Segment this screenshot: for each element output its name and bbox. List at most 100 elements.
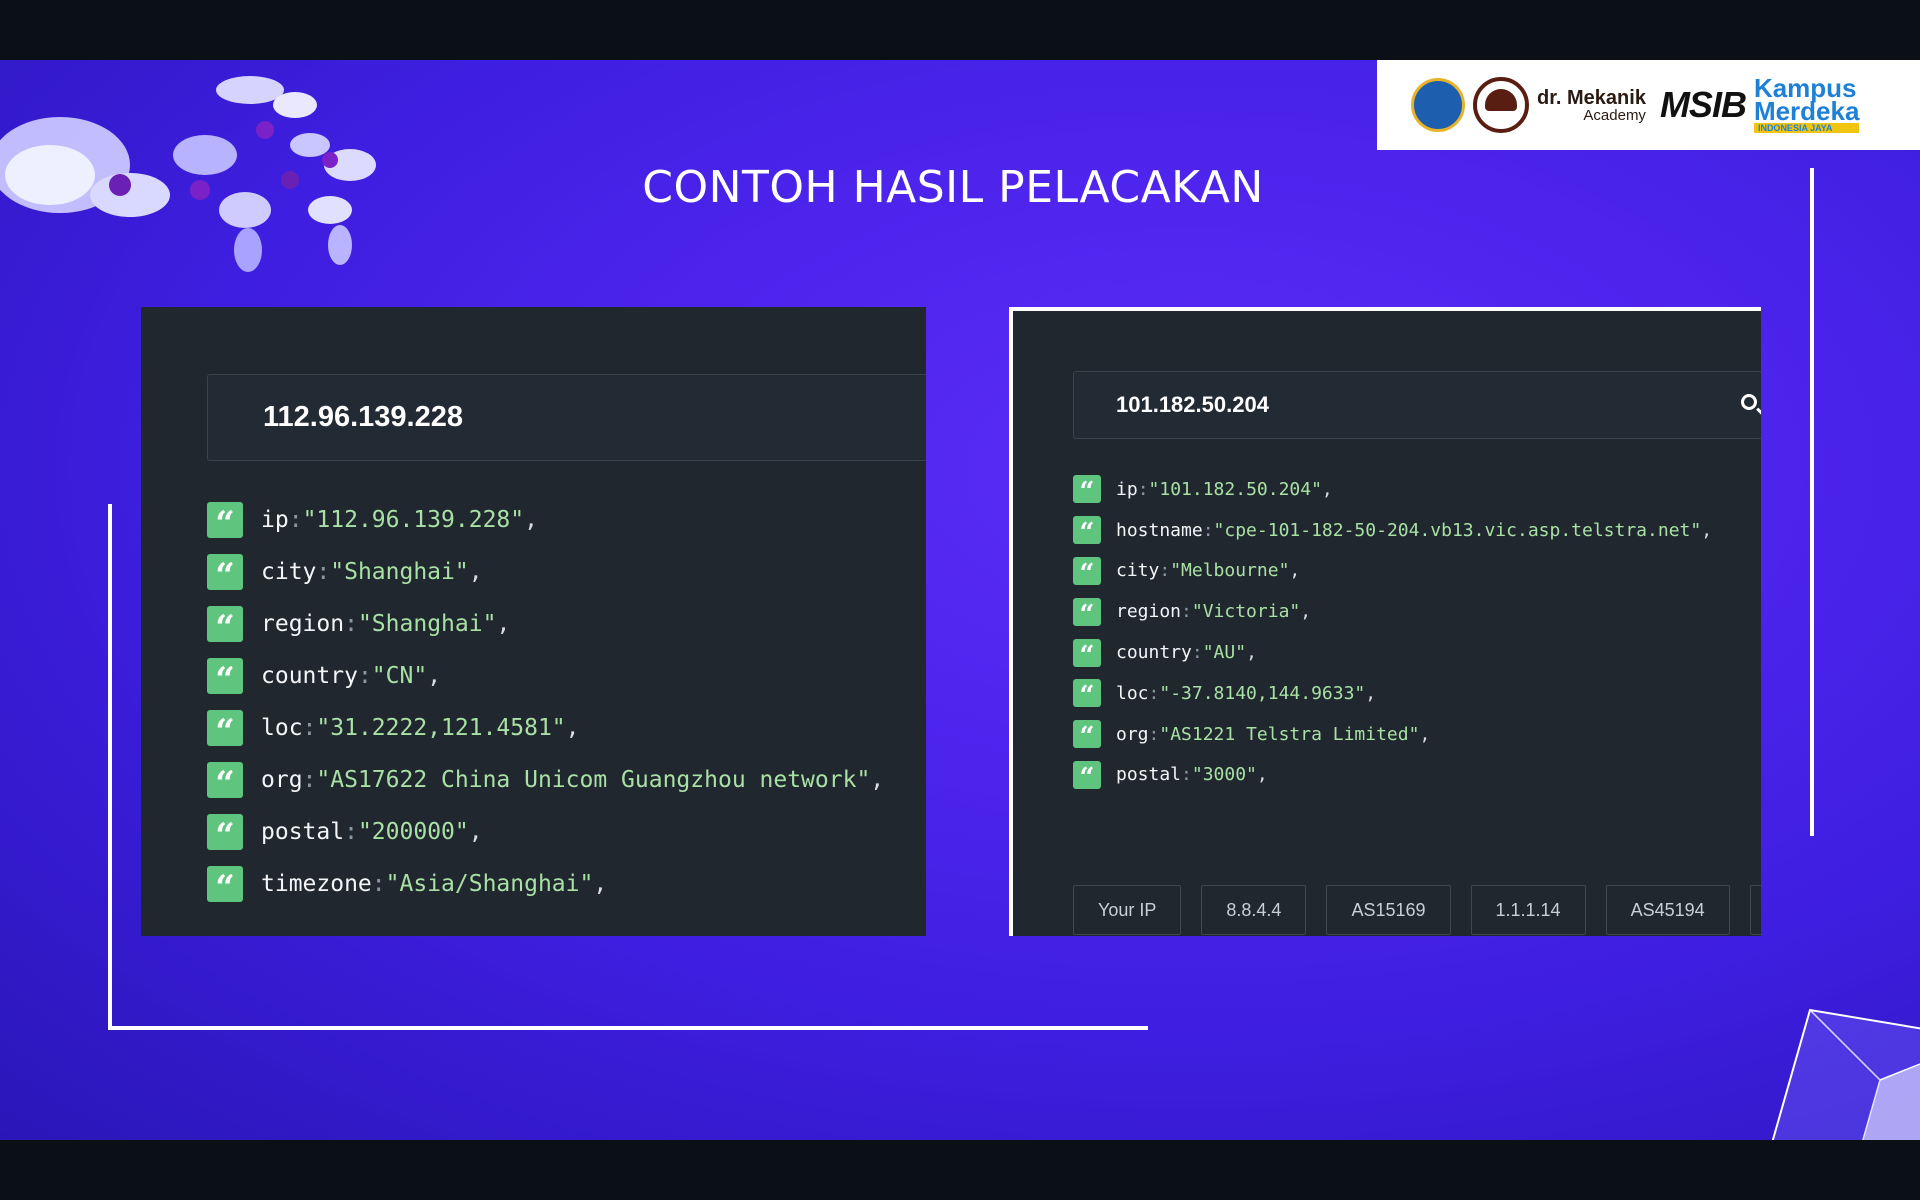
field-value: "Shanghai" [330,559,469,585]
result-row: “ postal: "200000", [207,806,926,858]
field-key: timezone [261,871,372,897]
separator: , [496,611,511,637]
separator: , [524,507,538,533]
result-row: “ country: "CN", [207,650,926,702]
separator: : [1148,723,1160,745]
result-row: “ org: "AS1221 Telstra Limited", [1073,714,1761,755]
helmet-logo-icon [1473,77,1529,133]
field-key: country [1116,642,1192,664]
quick-lookup-chip[interactable]: AS15169 [1326,885,1451,935]
field-value: "AS1221 Telstra Limited" [1159,723,1420,745]
quote-icon: “ [1073,638,1101,669]
field-value: "112.96.139.228" [302,507,525,533]
indonesia-jaya-text: INDONESIA JAYA [1753,123,1860,134]
ip-search-input[interactable]: 101.182.50.204 [1073,371,1761,439]
sponsor-logo-bar: dr. Mekanik Academy MSIB Kampus Merdeka … [1377,60,1920,150]
separator: : [1202,519,1214,541]
field-key: ip [1116,478,1138,500]
result-row: “ postal: "3000", [1073,755,1761,796]
separator: , [1300,601,1312,623]
field-value: "Melbourne" [1170,560,1290,582]
field-key: city [261,559,317,585]
kampus-merdeka-logo: Kampus Merdeka INDONESIA JAYA [1753,74,1860,134]
separator: : [302,715,317,741]
field-key: postal [1116,764,1182,786]
separator: : [302,767,317,793]
field-key: country [261,663,358,689]
result-row: “ loc: "31.2222,121.4581", [207,702,926,754]
field-key: hostname [1116,519,1203,541]
result-row: “ hostname: "cpe-101-182-50-204.vb13.vic.… [1073,510,1761,551]
field-value: "AU" [1202,642,1247,664]
field-value: "CN" [371,663,428,689]
field-value: "101.182.50.204" [1148,478,1322,500]
result-row: “ ip: "101.182.50.204", [1073,469,1761,510]
result-row: “ country: "AU", [1073,632,1761,673]
quote-icon: “ [207,866,243,905]
field-key: ip [261,507,289,533]
quote-icon: “ [1073,556,1101,587]
separator: , [1419,723,1431,745]
frame-line-left-vertical [108,504,112,1030]
separator: , [593,871,608,897]
quick-lookup-chip[interactable]: 6 [1749,885,1761,935]
separator: , [870,767,885,793]
result-row: “ region: "Shanghai", [207,598,926,650]
field-key: region [1116,601,1182,623]
field-key: loc [1116,682,1149,704]
field-key: loc [261,715,303,741]
field-key: org [261,767,303,793]
search-icon[interactable] [1741,394,1757,410]
quote-icon: “ [207,710,243,749]
frame-line-right-vertical [1810,168,1814,836]
quote-icon: “ [1073,760,1101,791]
slide-title: CONTOH HASIL PELACAKAN [642,162,1264,213]
ip-lookup-screenshot-left: 112.96.139.228 “ ip: "112.96.139.228", “ ci… [141,307,926,936]
separator: : [344,819,358,845]
field-value: "Victoria" [1191,601,1301,623]
quick-lookup-chip[interactable]: Your IP [1073,885,1182,935]
quote-icon: “ [1073,720,1101,750]
separator: : [1181,764,1192,786]
dr-mekanik-logo: dr. Mekanik Academy [1537,88,1646,123]
ip-search-value: 101.182.50.204 [1116,392,1269,417]
field-key: org [1116,723,1149,745]
separator: : [288,507,303,533]
separator: , [1289,560,1301,582]
msib-logo: MSIB [1659,84,1747,125]
separator: , [1256,764,1268,786]
quick-lookup-chip[interactable]: AS45194 [1605,885,1730,935]
field-value: "3000" [1191,764,1257,786]
quote-icon: “ [1073,475,1101,505]
separator: , [468,559,483,585]
field-value: "31.2222,121.4581" [316,715,566,741]
ip-search-input[interactable]: 112.96.139.228 [207,374,926,461]
separator: , [1701,519,1713,541]
separator: , [1365,682,1377,704]
academy-text: Academy [1583,106,1646,124]
quote-icon: “ [1073,597,1101,628]
result-row: “ city: "Melbourne", [1073,551,1761,592]
separator: , [565,715,580,741]
separator: : [1137,478,1149,500]
quick-lookup-chip[interactable]: 8.8.4.4 [1201,885,1307,935]
quick-lookup-chip[interactable]: 1.1.1.14 [1470,885,1586,935]
field-value: "Asia/Shanghai" [385,871,594,897]
result-row: “ org: "AS17622 China Unicom Guangzhou ne… [207,754,926,806]
separator: : [344,611,358,637]
separator: : [1181,601,1192,623]
list-fade [141,914,926,936]
separator: : [1148,682,1160,704]
field-value: "200000" [357,819,469,845]
separator: , [427,663,442,689]
quote-icon: “ [207,606,243,645]
separator: : [1159,560,1171,582]
quote-icon: “ [1073,679,1101,709]
list-fade [1013,859,1761,873]
presentation-slide: CONTOH HASIL PELACAKAN dr. Mekanik Acade… [0,60,1920,1140]
ip-result-list: “ ip: "101.182.50.204", “ hostname: "cpe-10… [1073,469,1761,812]
result-row: “ timezone: "Asia/Shanghai", [207,858,926,910]
quote-icon: “ [207,762,243,801]
quote-icon: “ [207,814,243,853]
dr-mekanik-text: dr. Mekanik [1537,86,1646,109]
